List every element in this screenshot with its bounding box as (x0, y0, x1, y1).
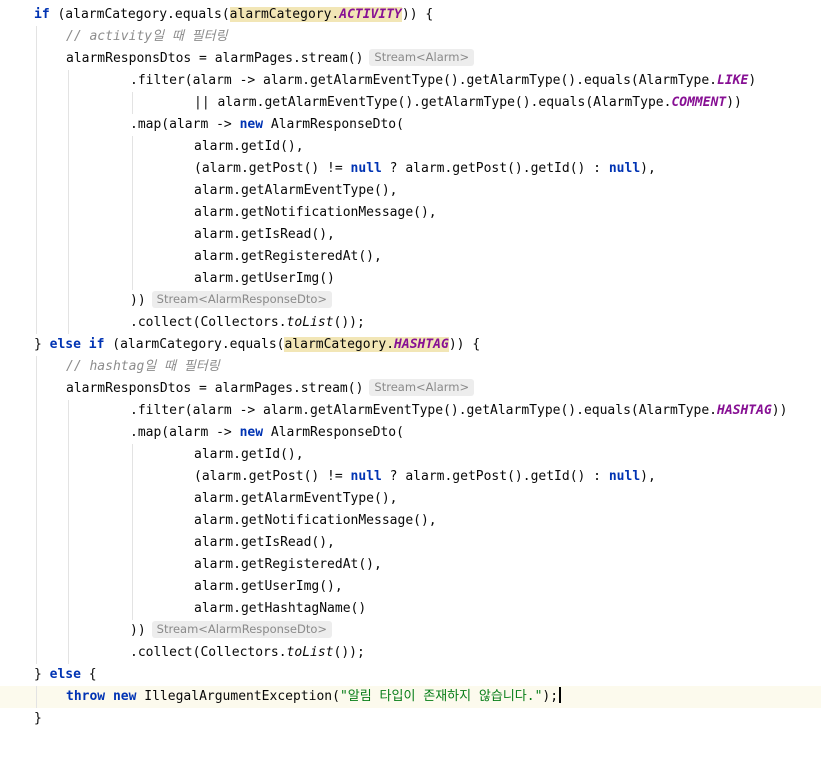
code-line[interactable]: } (0, 708, 821, 730)
code-line[interactable]: .collect(Collectors.toList()); (0, 312, 821, 334)
string-literal: "알림 타입이 존재하지 않습니다." (339, 689, 543, 704)
keyword: new (239, 117, 264, 132)
keyword: null (350, 469, 382, 484)
code-line[interactable]: alarmResponsDtos = alarmPages.stream() St… (0, 378, 821, 400)
enum-constant: ACTIVITY (339, 7, 402, 22)
code-line[interactable]: alarm.getUserImg() (0, 268, 821, 290)
type-hint: Stream<AlarmResponseDto> (151, 291, 333, 308)
type-hint: Stream<Alarm> (369, 379, 475, 396)
keyword: throw (66, 689, 106, 704)
code-comment: // activity일 때 필터링 (66, 29, 228, 44)
keyword: else (49, 337, 81, 352)
keyword: new (112, 689, 137, 704)
code-editor[interactable]: if (alarmCategory.equals(alarmCategory.A… (0, 0, 821, 738)
keyword: if (34, 7, 50, 22)
identifier-highlight: alarmCategory (229, 7, 332, 22)
code-line[interactable]: if (alarmCategory.equals(alarmCategory.A… (0, 4, 821, 26)
code-comment: // hashtag일 때 필터링 (66, 359, 220, 374)
code-line[interactable]: .filter(alarm -> alarm.getAlarmEventType… (0, 70, 821, 92)
keyword: null (350, 161, 382, 176)
keyword: if (88, 337, 105, 352)
code-line[interactable]: alarm.getId(), (0, 444, 821, 466)
code-line[interactable]: alarm.getNotificationMessage(), (0, 202, 821, 224)
code-line[interactable]: (alarm.getPost() != null ? alarm.getPost… (0, 158, 821, 180)
code-line[interactable]: } else if (alarmCategory.equals(alarmCat… (0, 334, 821, 356)
code-line[interactable]: alarm.getId(), (0, 136, 821, 158)
code-line[interactable]: // hashtag일 때 필터링 (0, 356, 821, 378)
code-line[interactable]: || alarm.getAlarmEventType().getAlarmTyp… (0, 92, 821, 114)
code-line[interactable]: alarm.getNotificationMessage(), (0, 510, 821, 532)
enum-constant: HASHTAG (394, 337, 449, 352)
keyword: new (239, 425, 264, 440)
keyword: null (608, 161, 641, 176)
code-line[interactable]: alarm.getRegisteredAt(), (0, 246, 821, 268)
code-line[interactable]: alarm.getIsRead(), (0, 532, 821, 554)
code-line[interactable]: alarm.getUserImg(), (0, 576, 821, 598)
code-line[interactable]: .map(alarm -> new AlarmResponseDto( (0, 114, 821, 136)
enum-constant: HASHTAG (717, 403, 772, 418)
code-line[interactable]: alarm.getHashtagName() (0, 598, 821, 620)
current-code-line[interactable]: throw new IllegalArgumentException("알림 타… (0, 686, 821, 708)
type-hint: Stream<Alarm> (369, 49, 475, 66)
code-line[interactable]: .collect(Collectors.toList()); (0, 642, 821, 664)
enum-constant: COMMENT (671, 95, 727, 110)
code-line[interactable]: alarm.getAlarmEventType(), (0, 488, 821, 510)
code-line[interactable]: alarm.getIsRead(), (0, 224, 821, 246)
code-line[interactable]: )) Stream<AlarmResponseDto> (0, 620, 821, 642)
keyword: else (49, 667, 81, 682)
text-caret (559, 687, 562, 703)
code-line[interactable]: (alarm.getPost() != null ? alarm.getPost… (0, 466, 821, 488)
code-line[interactable]: // activity일 때 필터링 (0, 26, 821, 48)
code-line[interactable]: alarm.getAlarmEventType(), (0, 180, 821, 202)
enum-constant: LIKE (717, 73, 749, 88)
code-line[interactable]: } else { (0, 664, 821, 686)
keyword: null (608, 469, 641, 484)
identifier-highlight: alarmCategory (284, 337, 387, 352)
code-line[interactable]: alarmResponsDtos = alarmPages.stream() St… (0, 48, 821, 70)
code-line[interactable]: .filter(alarm -> alarm.getAlarmEventType… (0, 400, 821, 422)
code-line[interactable]: alarm.getRegisteredAt(), (0, 554, 821, 576)
code-line[interactable]: )) Stream<AlarmResponseDto> (0, 290, 821, 312)
type-hint: Stream<AlarmResponseDto> (151, 621, 333, 638)
code-line[interactable]: .map(alarm -> new AlarmResponseDto( (0, 422, 821, 444)
